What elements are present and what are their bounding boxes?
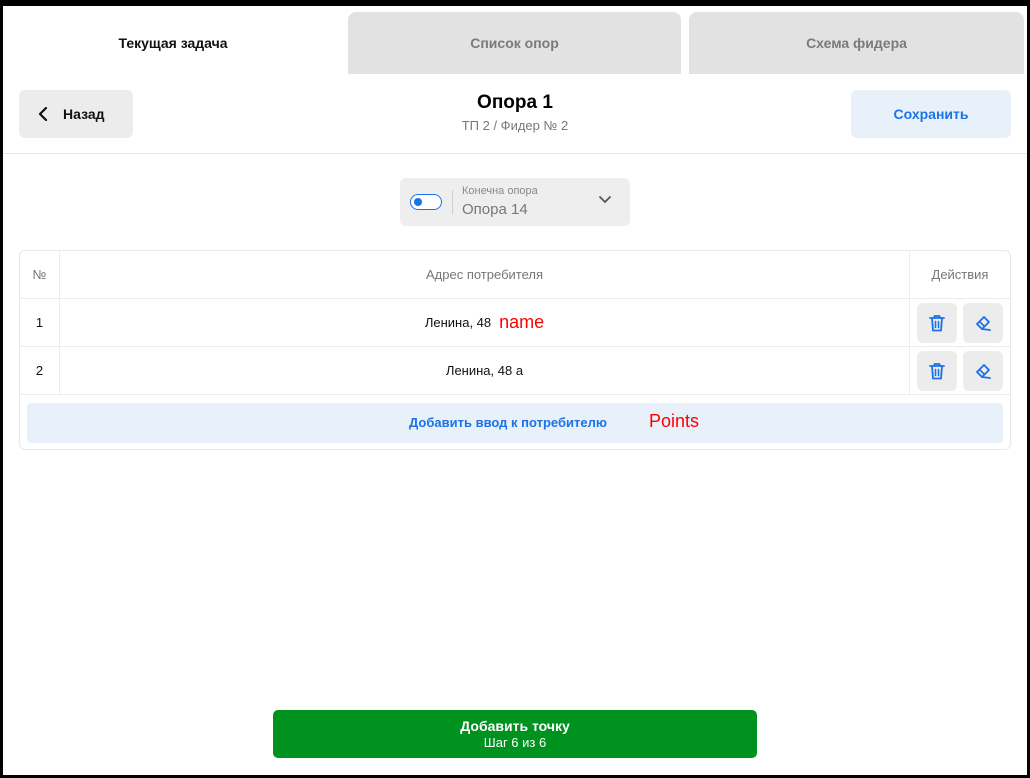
add-consumer-input-label: Добавить ввод к потребителю: [409, 415, 607, 430]
row-address-cell: Ленина, 48 а: [60, 347, 910, 394]
page-header: Назад Опора 1 ТП 2 / Фидер № 2 Сохранить: [3, 74, 1027, 154]
tab-current-task[interactable]: Текущая задача: [6, 12, 340, 74]
tab-feeder-scheme[interactable]: Схема фидера: [689, 12, 1024, 74]
selector-value: Опора 14: [462, 201, 528, 218]
app-frame: Текущая задача Список опор Схема фидера …: [3, 6, 1027, 775]
edit-button[interactable]: [963, 302, 1003, 343]
edit-button[interactable]: [963, 350, 1003, 391]
end-pole-toggle[interactable]: [410, 194, 442, 210]
tab-pole-list[interactable]: Список опор: [348, 12, 681, 74]
add-point-label: Добавить точку: [460, 718, 570, 734]
table-header-row: № Адрес потребителя Действия: [20, 251, 1010, 299]
row-address: Ленина, 48 а: [445, 363, 524, 378]
row-address: Ленина, 48: [424, 315, 492, 330]
column-header-number: №: [20, 251, 60, 298]
row-address-cell: Ленина, 48 name: [60, 299, 910, 346]
pencil-icon: [976, 315, 991, 331]
trash-icon: [929, 314, 945, 331]
selector-divider: [452, 190, 453, 214]
save-button[interactable]: Сохранить: [851, 90, 1011, 138]
row-actions: [910, 299, 1010, 346]
add-consumer-input-button[interactable]: Добавить ввод к потребителю Points: [27, 403, 1003, 443]
annotation-note: Points: [649, 411, 700, 431]
consumers-table: № Адрес потребителя Действия 1 Ленина, 4…: [19, 250, 1011, 450]
row-number: 2: [20, 347, 60, 394]
selector-label: Конечна опора: [462, 185, 538, 197]
toggle-knob: [414, 197, 422, 206]
row-number: 1: [20, 299, 60, 346]
delete-button[interactable]: [917, 350, 957, 391]
column-header-actions: Действия: [931, 267, 989, 282]
back-button-label: Назад: [63, 106, 105, 122]
back-button[interactable]: Назад: [19, 90, 133, 138]
chevron-left-icon: [38, 107, 48, 121]
row-actions: [910, 347, 1010, 394]
pencil-icon: [976, 363, 991, 379]
table-row: 1 Ленина, 48 name: [20, 299, 1010, 347]
delete-button[interactable]: [917, 302, 957, 343]
add-point-button[interactable]: Добавить точку Шаг 6 из 6: [273, 710, 757, 758]
tab-bar: Текущая задача Список опор Схема фидера: [3, 6, 1027, 74]
trash-icon: [929, 362, 945, 379]
annotation-note: name: [499, 312, 545, 332]
step-indicator: Шаг 6 из 6: [483, 735, 547, 750]
chevron-down-icon[interactable]: [598, 195, 612, 205]
end-pole-selector[interactable]: Конечна опора Опора 14: [400, 178, 630, 226]
column-header-address: Адрес потребителя: [60, 251, 910, 298]
table-row: 2 Ленина, 48 а: [20, 347, 1010, 395]
